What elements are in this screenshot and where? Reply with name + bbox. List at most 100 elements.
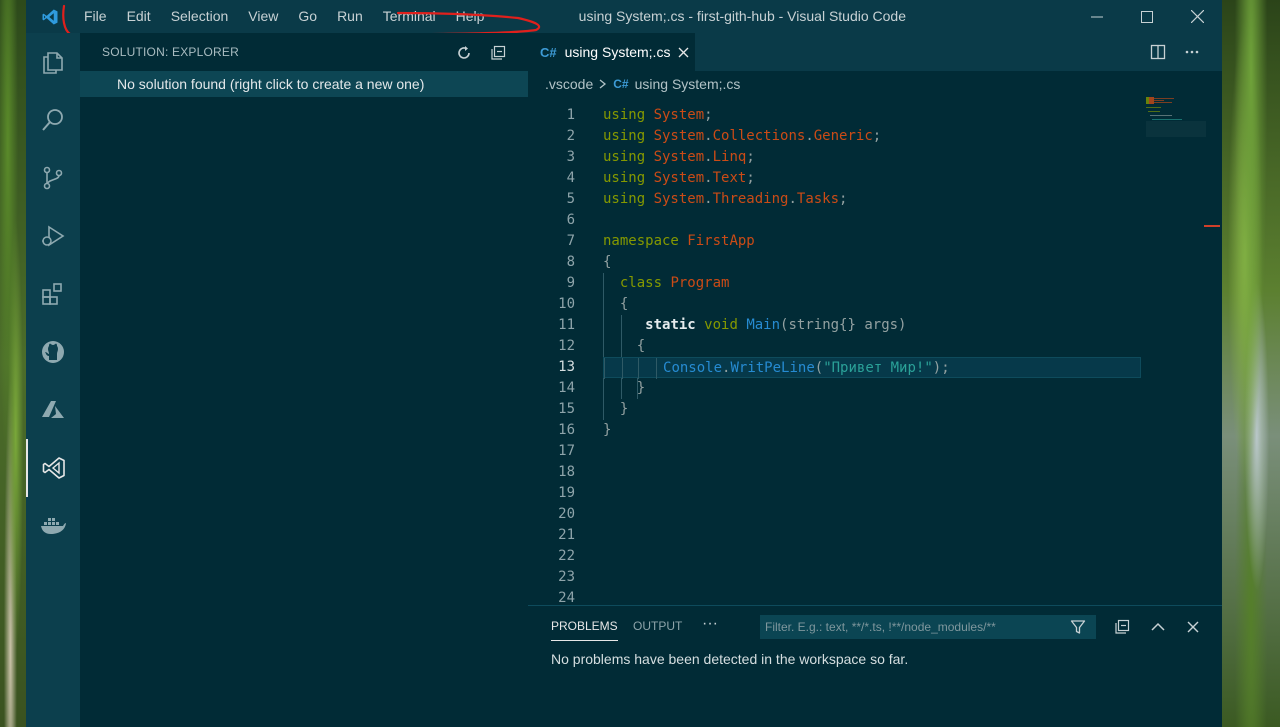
menu-go[interactable]: Go bbox=[288, 0, 327, 33]
activity-bar bbox=[26, 33, 80, 727]
activity-docker[interactable] bbox=[26, 497, 80, 555]
breadcrumb-file[interactable]: using System;.cs bbox=[635, 76, 741, 92]
close-icon bbox=[1187, 621, 1199, 633]
activity-extensions[interactable] bbox=[26, 265, 80, 323]
code-line[interactable]: 20 bbox=[528, 504, 1222, 525]
collapse-all-icon bbox=[491, 45, 506, 60]
code-line[interactable]: 7 namespace FirstApp bbox=[528, 231, 1222, 252]
minimize-button[interactable] bbox=[1072, 0, 1122, 33]
menu-help[interactable]: Help bbox=[446, 0, 495, 33]
code-line[interactable]: 10 { bbox=[528, 294, 1222, 315]
filter-button[interactable] bbox=[1067, 616, 1089, 638]
code-line[interactable]: 6 bbox=[528, 210, 1222, 231]
tab-close-button[interactable] bbox=[677, 46, 689, 58]
code-line[interactable]: 4 using System.Text; bbox=[528, 168, 1222, 189]
code-text: using System.Collections.Generic; bbox=[603, 128, 882, 144]
refresh-button[interactable] bbox=[454, 43, 474, 63]
activity-explorer[interactable] bbox=[26, 33, 80, 91]
code-text: { bbox=[603, 336, 1141, 357]
line-number: 7 bbox=[566, 233, 575, 249]
code-line[interactable]: 17 bbox=[528, 441, 1222, 462]
line-number: 12 bbox=[558, 338, 575, 354]
close-window-button[interactable] bbox=[1172, 0, 1222, 33]
menu-terminal[interactable]: Terminal bbox=[373, 0, 446, 33]
breadcrumb-folder[interactable]: .vscode bbox=[545, 76, 593, 92]
code-editor[interactable]: 1 using System; 2 using System.Collections.… bbox=[528, 97, 1222, 605]
csharp-file-icon: C# bbox=[613, 77, 629, 91]
visual-studio-icon bbox=[42, 457, 65, 479]
code-line[interactable]: 23 bbox=[528, 567, 1222, 588]
code-line[interactable]: 13 Console.WritPeLine("Привет Мир!"); bbox=[528, 357, 1222, 379]
maximize-panel-button[interactable] bbox=[1147, 616, 1169, 638]
line-number: 19 bbox=[558, 485, 575, 501]
code-line[interactable]: 5 using System.Threading.Tasks; bbox=[528, 189, 1222, 210]
code-line[interactable]: 1 using System; bbox=[528, 105, 1222, 126]
editor-group: C# using System;.cs .vscode C# using Sys… bbox=[528, 33, 1222, 605]
menu-view[interactable]: View bbox=[238, 0, 288, 33]
line-number: 10 bbox=[558, 296, 575, 312]
activity-source-control[interactable] bbox=[26, 149, 80, 207]
tab-label: using System;.cs bbox=[564, 44, 671, 60]
menu-run[interactable]: Run bbox=[327, 0, 373, 33]
menu-bar: File Edit Selection View Go Run Terminal… bbox=[74, 0, 494, 33]
code-line[interactable]: 15 } bbox=[528, 399, 1222, 420]
maximize-button[interactable] bbox=[1122, 0, 1172, 33]
code-line[interactable]: 8{ bbox=[528, 252, 1222, 273]
code-line[interactable]: 16} bbox=[528, 420, 1222, 441]
menu-file[interactable]: File bbox=[74, 0, 117, 33]
line-number: 18 bbox=[558, 464, 575, 480]
line-number: 9 bbox=[566, 275, 575, 291]
tab-using-system-cs[interactable]: C# using System;.cs bbox=[528, 33, 695, 71]
editor-tabs: C# using System;.cs bbox=[528, 33, 1222, 71]
minimap[interactable] bbox=[1146, 97, 1206, 137]
menu-selection[interactable]: Selection bbox=[161, 0, 239, 33]
collapse-all-button[interactable] bbox=[488, 43, 508, 63]
code-text: class Program bbox=[603, 273, 1141, 294]
minimize-icon bbox=[1091, 16, 1103, 17]
code-line[interactable]: 2 using System.Collections.Generic; bbox=[528, 126, 1222, 147]
code-line[interactable]: 19 bbox=[528, 483, 1222, 504]
line-number: 17 bbox=[558, 443, 575, 459]
code-text: using System; bbox=[603, 107, 713, 123]
panel-more-button[interactable]: ··· bbox=[702, 615, 718, 637]
activity-azure[interactable] bbox=[26, 381, 80, 439]
vscode-logo-icon bbox=[26, 0, 74, 33]
code-line[interactable]: 22 bbox=[528, 546, 1222, 567]
close-panel-button[interactable] bbox=[1182, 616, 1204, 638]
code-line[interactable]: 3 using System.Linq; bbox=[528, 147, 1222, 168]
code-line[interactable]: 14 } bbox=[528, 378, 1222, 399]
split-editor-button[interactable] bbox=[1148, 42, 1168, 62]
code-line[interactable]: 11 static void Main(string{} args) bbox=[528, 315, 1222, 336]
activity-solution-explorer[interactable] bbox=[26, 439, 80, 497]
files-icon bbox=[43, 52, 63, 74]
activity-run-debug[interactable] bbox=[26, 207, 80, 265]
desktop-background-left bbox=[0, 0, 26, 727]
code-line[interactable]: 24 bbox=[528, 588, 1222, 605]
problems-filter-input[interactable] bbox=[760, 615, 1096, 639]
tab-output[interactable]: OUTPUT bbox=[633, 619, 682, 641]
line-number: 22 bbox=[558, 548, 575, 564]
filter-icon bbox=[1070, 620, 1086, 634]
more-actions-button[interactable] bbox=[1182, 42, 1202, 62]
tab-problems[interactable]: PROBLEMS bbox=[551, 619, 618, 641]
activity-github[interactable] bbox=[26, 323, 80, 381]
extensions-icon bbox=[42, 283, 62, 305]
code-text: using System.Linq; bbox=[603, 149, 755, 165]
line-number: 13 bbox=[558, 359, 575, 375]
code-line[interactable]: 12 { bbox=[528, 336, 1222, 357]
menu-edit[interactable]: Edit bbox=[117, 0, 161, 33]
code-text: using System.Threading.Tasks; bbox=[603, 191, 848, 207]
code-line[interactable]: 9 class Program bbox=[528, 273, 1222, 294]
line-number: 14 bbox=[558, 380, 575, 396]
activity-search[interactable] bbox=[26, 91, 80, 149]
no-solution-message[interactable]: No solution found (right click to create… bbox=[80, 71, 528, 97]
code-line[interactable]: 18 bbox=[528, 462, 1222, 483]
collapse-all-button[interactable] bbox=[1111, 616, 1133, 638]
code-line[interactable]: 21 bbox=[528, 525, 1222, 546]
